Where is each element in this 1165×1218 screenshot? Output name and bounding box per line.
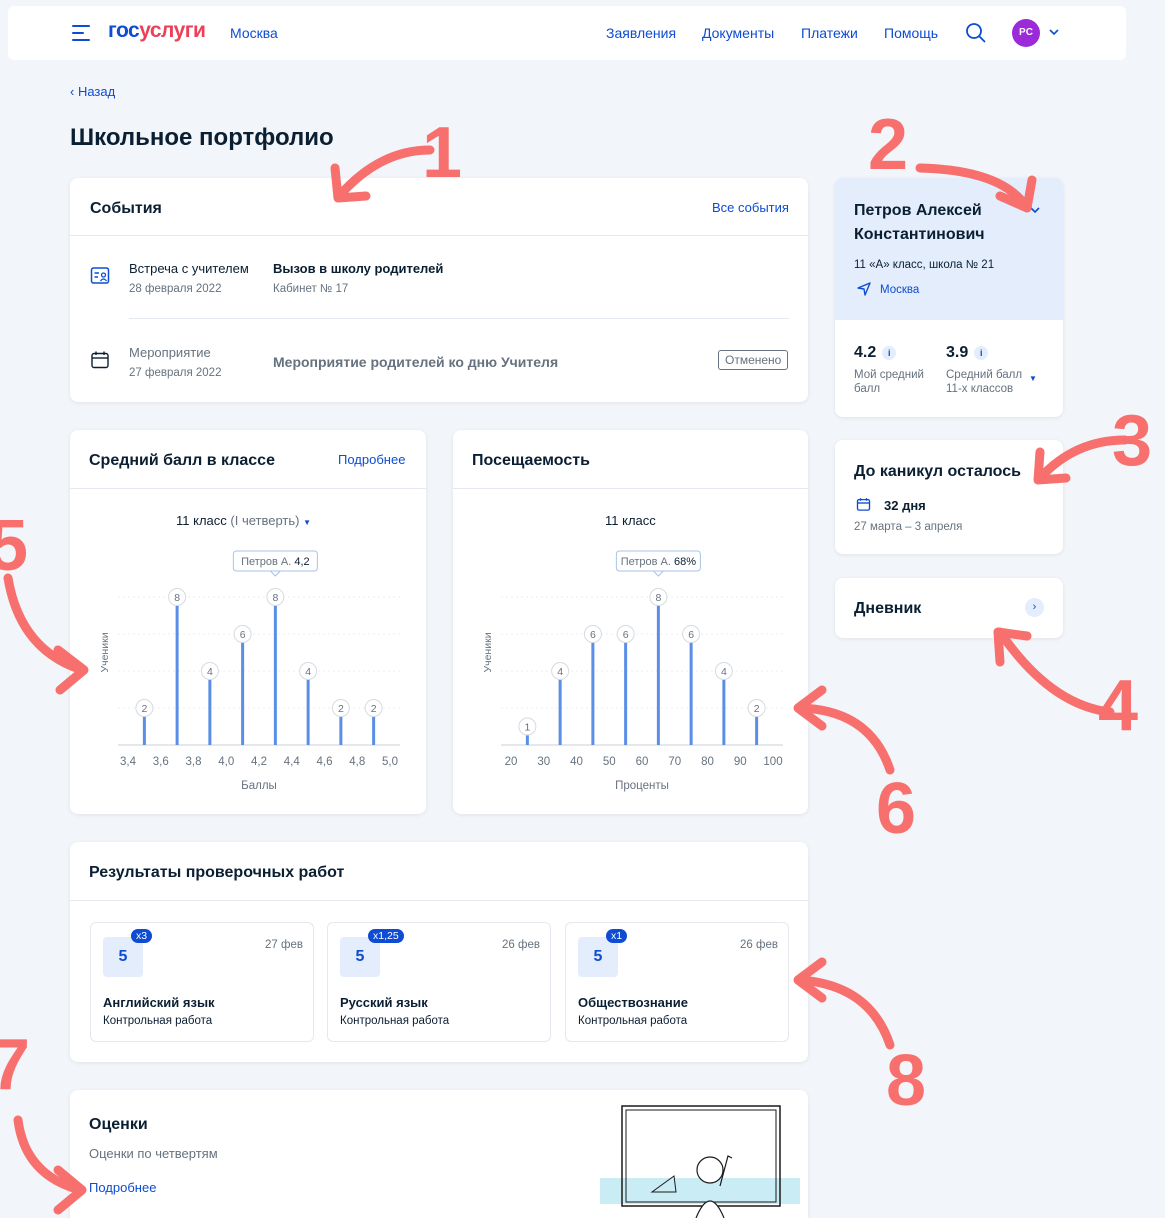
annotation-number: 2	[868, 105, 909, 185]
annotation-number: 3	[1112, 401, 1153, 481]
annotation-number: 7	[0, 1025, 31, 1105]
annotation-number: 1	[422, 113, 463, 193]
annotation-number: 6	[876, 769, 917, 849]
annotation-number: 4	[1098, 666, 1139, 746]
annotation-number: 8	[886, 1041, 927, 1121]
annotation-arrows	[3, 145, 1130, 1215]
annotation-number: 5	[0, 506, 29, 586]
